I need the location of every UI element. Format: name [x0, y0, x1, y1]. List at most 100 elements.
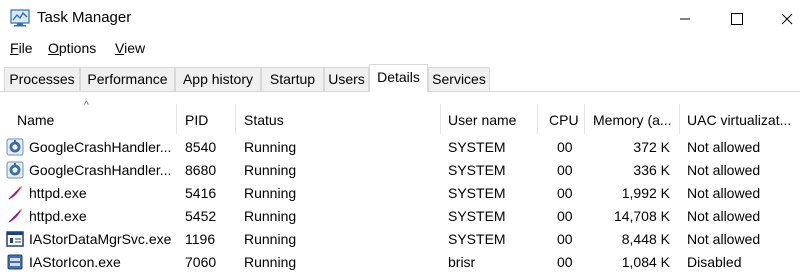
menu-file-label-rest: ile [18, 40, 33, 56]
window-title: Task Manager [37, 9, 132, 26]
column-header-cpu[interactable]: CPU [549, 112, 579, 128]
minimize-button[interactable] [662, 0, 708, 37]
process-name: GoogleCrashHandler... [29, 162, 172, 178]
tab-details[interactable]: Details [369, 64, 428, 92]
menu-view-label-rest: iew [124, 40, 146, 56]
menu-view-accel: V [115, 40, 125, 56]
process-cpu: 00 [557, 162, 573, 178]
process-memory: 1,992 K [621, 185, 670, 201]
tab-services[interactable]: Services [428, 67, 490, 91]
tab-label: Services [432, 71, 486, 87]
process-user: SYSTEM [448, 185, 506, 201]
close-button[interactable] [764, 0, 800, 37]
process-uac: Not allowed [687, 139, 761, 155]
process-name: GoogleCrashHandler... [29, 139, 172, 155]
google-crash-handler-icon [6, 161, 24, 179]
process-cpu: 00 [557, 231, 573, 247]
process-name: httpd.exe [29, 208, 87, 224]
column-separator[interactable] [537, 104, 538, 134]
process-pid: 5416 [185, 185, 217, 201]
process-pid: 8540 [185, 139, 217, 155]
process-memory: 1,084 K [621, 254, 670, 270]
tab-processes[interactable]: Processes [4, 67, 80, 91]
column-separator[interactable] [176, 104, 177, 134]
process-uac: Disabled [687, 254, 742, 270]
process-pid: 7060 [185, 254, 217, 270]
process-memory: 14,708 K [613, 208, 670, 224]
google-crash-handler-icon [6, 138, 24, 156]
menu-file[interactable]: File [10, 40, 33, 56]
process-cpu: 00 [557, 139, 573, 155]
column-header-uac-virtualization[interactable]: UAC virtualizat... [687, 112, 791, 128]
menu-options[interactable]: Options [48, 40, 96, 56]
table-row[interactable]: IAStorDataMgrSvc.exe 1196 Running SYSTEM… [0, 228, 800, 251]
minimize-icon [680, 18, 690, 19]
tab-startup[interactable]: Startup [261, 67, 324, 91]
tab-label: App history [182, 71, 254, 87]
process-cpu: 00 [557, 185, 573, 201]
storage-drive-icon [7, 254, 23, 270]
table-row[interactable]: httpd.exe 5416 Running SYSTEM 00 1,992 K… [0, 182, 800, 205]
tab-app-history[interactable]: App history [175, 67, 261, 91]
column-separator[interactable] [440, 104, 441, 134]
process-status: Running [244, 254, 297, 270]
column-header-name[interactable]: Name [17, 112, 54, 128]
process-memory: 336 K [633, 162, 670, 178]
process-cpu: 00 [557, 208, 573, 224]
menu-view[interactable]: View [115, 40, 145, 56]
process-pid: 1196 [185, 231, 216, 247]
process-user: SYSTEM [448, 231, 506, 247]
tab-label: Details [377, 69, 420, 85]
process-name: IAStorIcon.exe [29, 254, 121, 270]
process-memory: 372 K [633, 139, 670, 155]
process-pid: 5452 [185, 208, 217, 224]
process-status: Running [244, 185, 297, 201]
process-status: Running [244, 208, 297, 224]
menu-options-accel: O [48, 40, 59, 56]
process-pid: 8680 [185, 162, 217, 178]
column-separator[interactable] [679, 104, 680, 134]
process-user: SYSTEM [448, 139, 506, 155]
close-icon [781, 13, 793, 24]
column-separator[interactable] [235, 104, 236, 134]
process-user: brisr [448, 254, 476, 270]
column-header-user-name[interactable]: User name [448, 112, 516, 128]
menu-options-label-rest: ptions [58, 40, 97, 56]
apache-feather-icon [8, 209, 22, 223]
tab-label: Startup [269, 71, 316, 87]
process-memory: 8,448 K [621, 231, 670, 247]
process-user: SYSTEM [448, 208, 506, 224]
column-header-memory[interactable]: Memory (a... [593, 112, 672, 128]
process-uac: Not allowed [687, 231, 761, 247]
title-bar: Task Manager [0, 0, 800, 37]
tab-label: Processes [9, 71, 75, 87]
process-name: httpd.exe [29, 185, 87, 201]
process-status: Running [244, 231, 297, 247]
menu-bar: File Options View [0, 38, 800, 60]
process-status: Running [244, 162, 297, 178]
process-uac: Not allowed [687, 162, 761, 178]
table-row[interactable]: IAStorIcon.exe 7060 Running brisr 00 1,0… [0, 251, 800, 272]
tab-label: Performance [87, 71, 168, 87]
process-status: Running [244, 139, 297, 155]
table-header: Name PID Status User name CPU Memory (a.… [0, 104, 800, 134]
maximize-icon [731, 12, 743, 25]
process-cpu: 00 [557, 254, 573, 270]
column-header-status[interactable]: Status [244, 112, 284, 128]
apache-feather-icon [8, 186, 22, 200]
table-row[interactable]: GoogleCrashHandler... 8540 Running SYSTE… [0, 136, 800, 159]
tab-performance[interactable]: Performance [80, 67, 175, 91]
maximize-button[interactable] [714, 0, 760, 37]
process-uac: Not allowed [687, 185, 761, 201]
process-user: SYSTEM [448, 162, 506, 178]
column-header-pid[interactable]: PID [185, 112, 208, 128]
process-name: IAStorDataMgrSvc.exe [29, 231, 172, 247]
service-window-icon [6, 231, 24, 247]
tab-users[interactable]: Users [324, 67, 369, 91]
tab-label: Users [328, 71, 365, 87]
task-manager-icon [10, 9, 30, 27]
table-row[interactable]: httpd.exe 5452 Running SYSTEM 00 14,708 … [0, 205, 800, 228]
column-separator[interactable] [584, 104, 585, 134]
process-uac: Not allowed [687, 208, 761, 224]
table-row[interactable]: GoogleCrashHandler... 8680 Running SYSTE… [0, 159, 800, 182]
